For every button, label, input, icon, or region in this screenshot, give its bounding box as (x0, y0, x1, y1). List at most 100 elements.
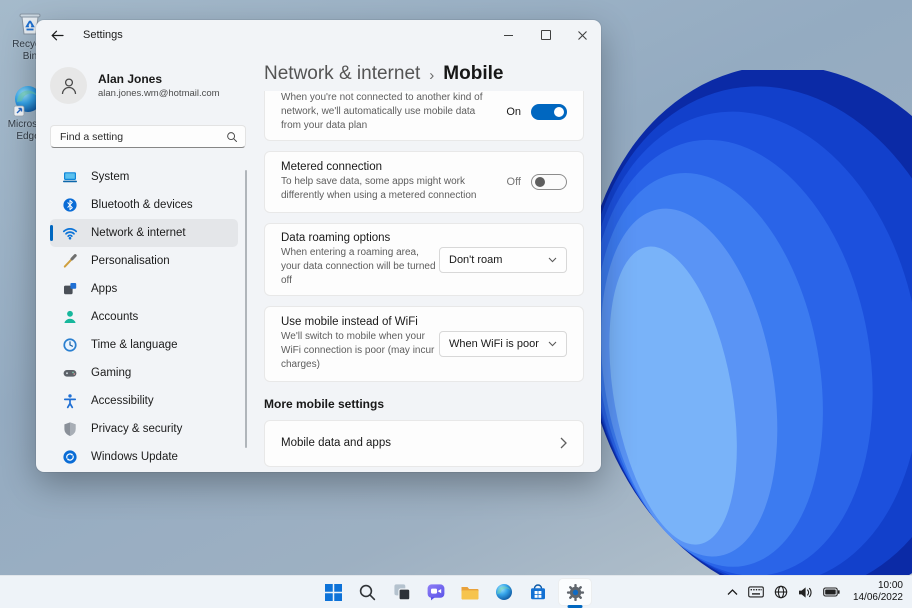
back-button[interactable] (42, 23, 72, 47)
edge-taskbar-icon (495, 584, 512, 600)
sidebar: Alan Jones alan.jones.wm@hotmail.com Fin… (36, 50, 250, 472)
volume-icon (798, 586, 812, 598)
chevron-down-icon (548, 257, 557, 263)
mobile-data-toggle[interactable] (531, 103, 567, 120)
sidebar-item-windows-update[interactable]: Windows Update (50, 443, 238, 471)
sidebar-item-bluetooth-devices[interactable]: Bluetooth & devices (50, 191, 238, 219)
taskbar-clock[interactable]: 10:00 14/06/2022 (853, 580, 903, 605)
page-title: Mobile (443, 63, 504, 84)
settings-taskbar-button[interactable] (558, 578, 592, 608)
volume-button[interactable] (798, 586, 813, 599)
use-mobile-description: We'll switch to mobile when your WiFi co… (281, 331, 435, 370)
toggle-knob (554, 106, 564, 117)
data-roaming-description: When entering a roaming area, your data … (281, 246, 436, 286)
battery-icon (823, 587, 840, 597)
search-box[interactable] (50, 125, 246, 148)
maximize-icon (540, 30, 551, 40)
dropdown-value: When WiFi is poor (449, 338, 539, 351)
close-icon (578, 30, 587, 40)
mobile-data-description: When you're not connected to another kin… (281, 92, 483, 131)
edge-taskbar-button[interactable] (490, 579, 517, 606)
sidebar-item-label: Time & language (91, 339, 178, 351)
store-button[interactable] (524, 579, 551, 606)
clock-time: 10:00 (877, 579, 903, 591)
minimize-icon (504, 34, 513, 36)
system-icon (62, 169, 78, 185)
main-content: Network & internet › Mobile When you're … (250, 50, 601, 472)
user-profile[interactable]: Alan Jones alan.jones.wm@hotmail.com (50, 67, 250, 104)
accessibility-icon (62, 393, 78, 409)
hidden-icons-chevron-icon (727, 589, 738, 595)
link-label: Mobile data and apps (281, 437, 391, 450)
search-input[interactable] (58, 129, 226, 144)
metered-connection-description: To help save data, some apps might work … (281, 176, 477, 202)
toggle-state-label: On (506, 105, 521, 118)
titlebar: Settings (36, 20, 601, 50)
sidebar-nav: System Bluetooth & devices Network & int… (50, 163, 238, 471)
sidebar-item-label: Windows Update (91, 451, 178, 463)
dropdown-value: Don't roam (449, 253, 503, 266)
sidebar-item-accounts[interactable]: Accounts (50, 303, 238, 331)
privacy-security-icon (62, 421, 78, 437)
use-mobile-dropdown[interactable]: When WiFi is poor (439, 331, 567, 358)
sidebar-scrollbar[interactable] (245, 170, 247, 448)
maximize-button[interactable] (527, 20, 564, 50)
start-button[interactable] (320, 579, 347, 606)
windows-update-icon (62, 449, 78, 465)
sidebar-item-label: Gaming (91, 367, 132, 379)
time-language-icon (62, 337, 78, 353)
accounts-icon (62, 309, 78, 325)
back-arrow-icon (50, 30, 64, 40)
toggle-state-label: Off (506, 176, 521, 189)
mobile-data-card: When you're not connected to another kin… (264, 91, 584, 142)
sidebar-item-apps[interactable]: Apps (50, 275, 238, 303)
sidebar-item-personalisation[interactable]: Personalisation (50, 247, 238, 275)
use-mobile-instead-wifi-card: Use mobile instead of WiFi We'll switch … (264, 306, 584, 382)
file-explorer-icon (461, 586, 479, 599)
settings-taskbar-icon (566, 583, 584, 601)
task-view-button[interactable] (388, 579, 415, 606)
search-taskbar-button[interactable] (354, 579, 381, 606)
battery-button[interactable] (823, 586, 840, 598)
sidebar-item-label: Apps (91, 283, 118, 295)
search-icon (227, 131, 237, 142)
metered-connection-toggle[interactable] (531, 174, 567, 191)
data-roaming-card: Data roaming options When entering a roa… (264, 222, 584, 297)
breadcrumb-parent[interactable]: Network & internet (264, 63, 420, 85)
touch-keyboard-button[interactable] (748, 586, 764, 598)
profile-email: alan.jones.wm@hotmail.com (98, 87, 220, 99)
touch-keyboard-icon (748, 586, 764, 598)
mobile-data-apps-link[interactable]: Mobile data and apps (264, 419, 584, 467)
close-button[interactable] (564, 20, 601, 50)
sidebar-item-label: Personalisation (91, 255, 170, 267)
sidebar-item-label: System (91, 171, 130, 183)
minimize-button[interactable] (490, 20, 527, 50)
task-view-icon (393, 584, 410, 601)
system-tray: 10:00 14/06/2022 (727, 580, 903, 605)
metered-connection-title: Metered connection (281, 161, 383, 174)
sidebar-item-accessibility[interactable]: Accessibility (50, 387, 238, 415)
use-mobile-title: Use mobile instead of WiFi (281, 316, 418, 329)
chat-button[interactable] (422, 579, 449, 606)
network-icon (62, 225, 78, 241)
hidden-icons-button[interactable] (727, 588, 738, 596)
sidebar-item-gaming[interactable]: Gaming (50, 359, 238, 387)
chevron-right-icon (560, 437, 567, 449)
file-explorer-button[interactable] (456, 579, 483, 606)
taskbar: 10:00 14/06/2022 (0, 575, 912, 608)
taskbar-center (320, 576, 592, 608)
sidebar-item-label: Network & internet (91, 227, 186, 239)
search-taskbar-icon (359, 584, 376, 600)
apps-icon (62, 281, 78, 297)
sidebar-item-time-language[interactable]: Time & language (50, 331, 238, 359)
sidebar-item-system[interactable]: System (50, 163, 238, 191)
window-controls (490, 20, 601, 50)
sidebar-item-privacy-security[interactable]: Privacy & security (50, 415, 238, 443)
settings-scroll-area: When you're not connected to another kin… (264, 91, 584, 472)
data-roaming-title: Data roaming options (281, 231, 391, 244)
data-roaming-dropdown[interactable]: Don't roam (439, 246, 567, 273)
breadcrumb-separator-icon: › (429, 66, 435, 84)
network-tray-button[interactable] (774, 585, 788, 599)
sidebar-item-network-internet[interactable]: Network & internet (50, 219, 238, 247)
window-title: Settings (83, 29, 123, 41)
